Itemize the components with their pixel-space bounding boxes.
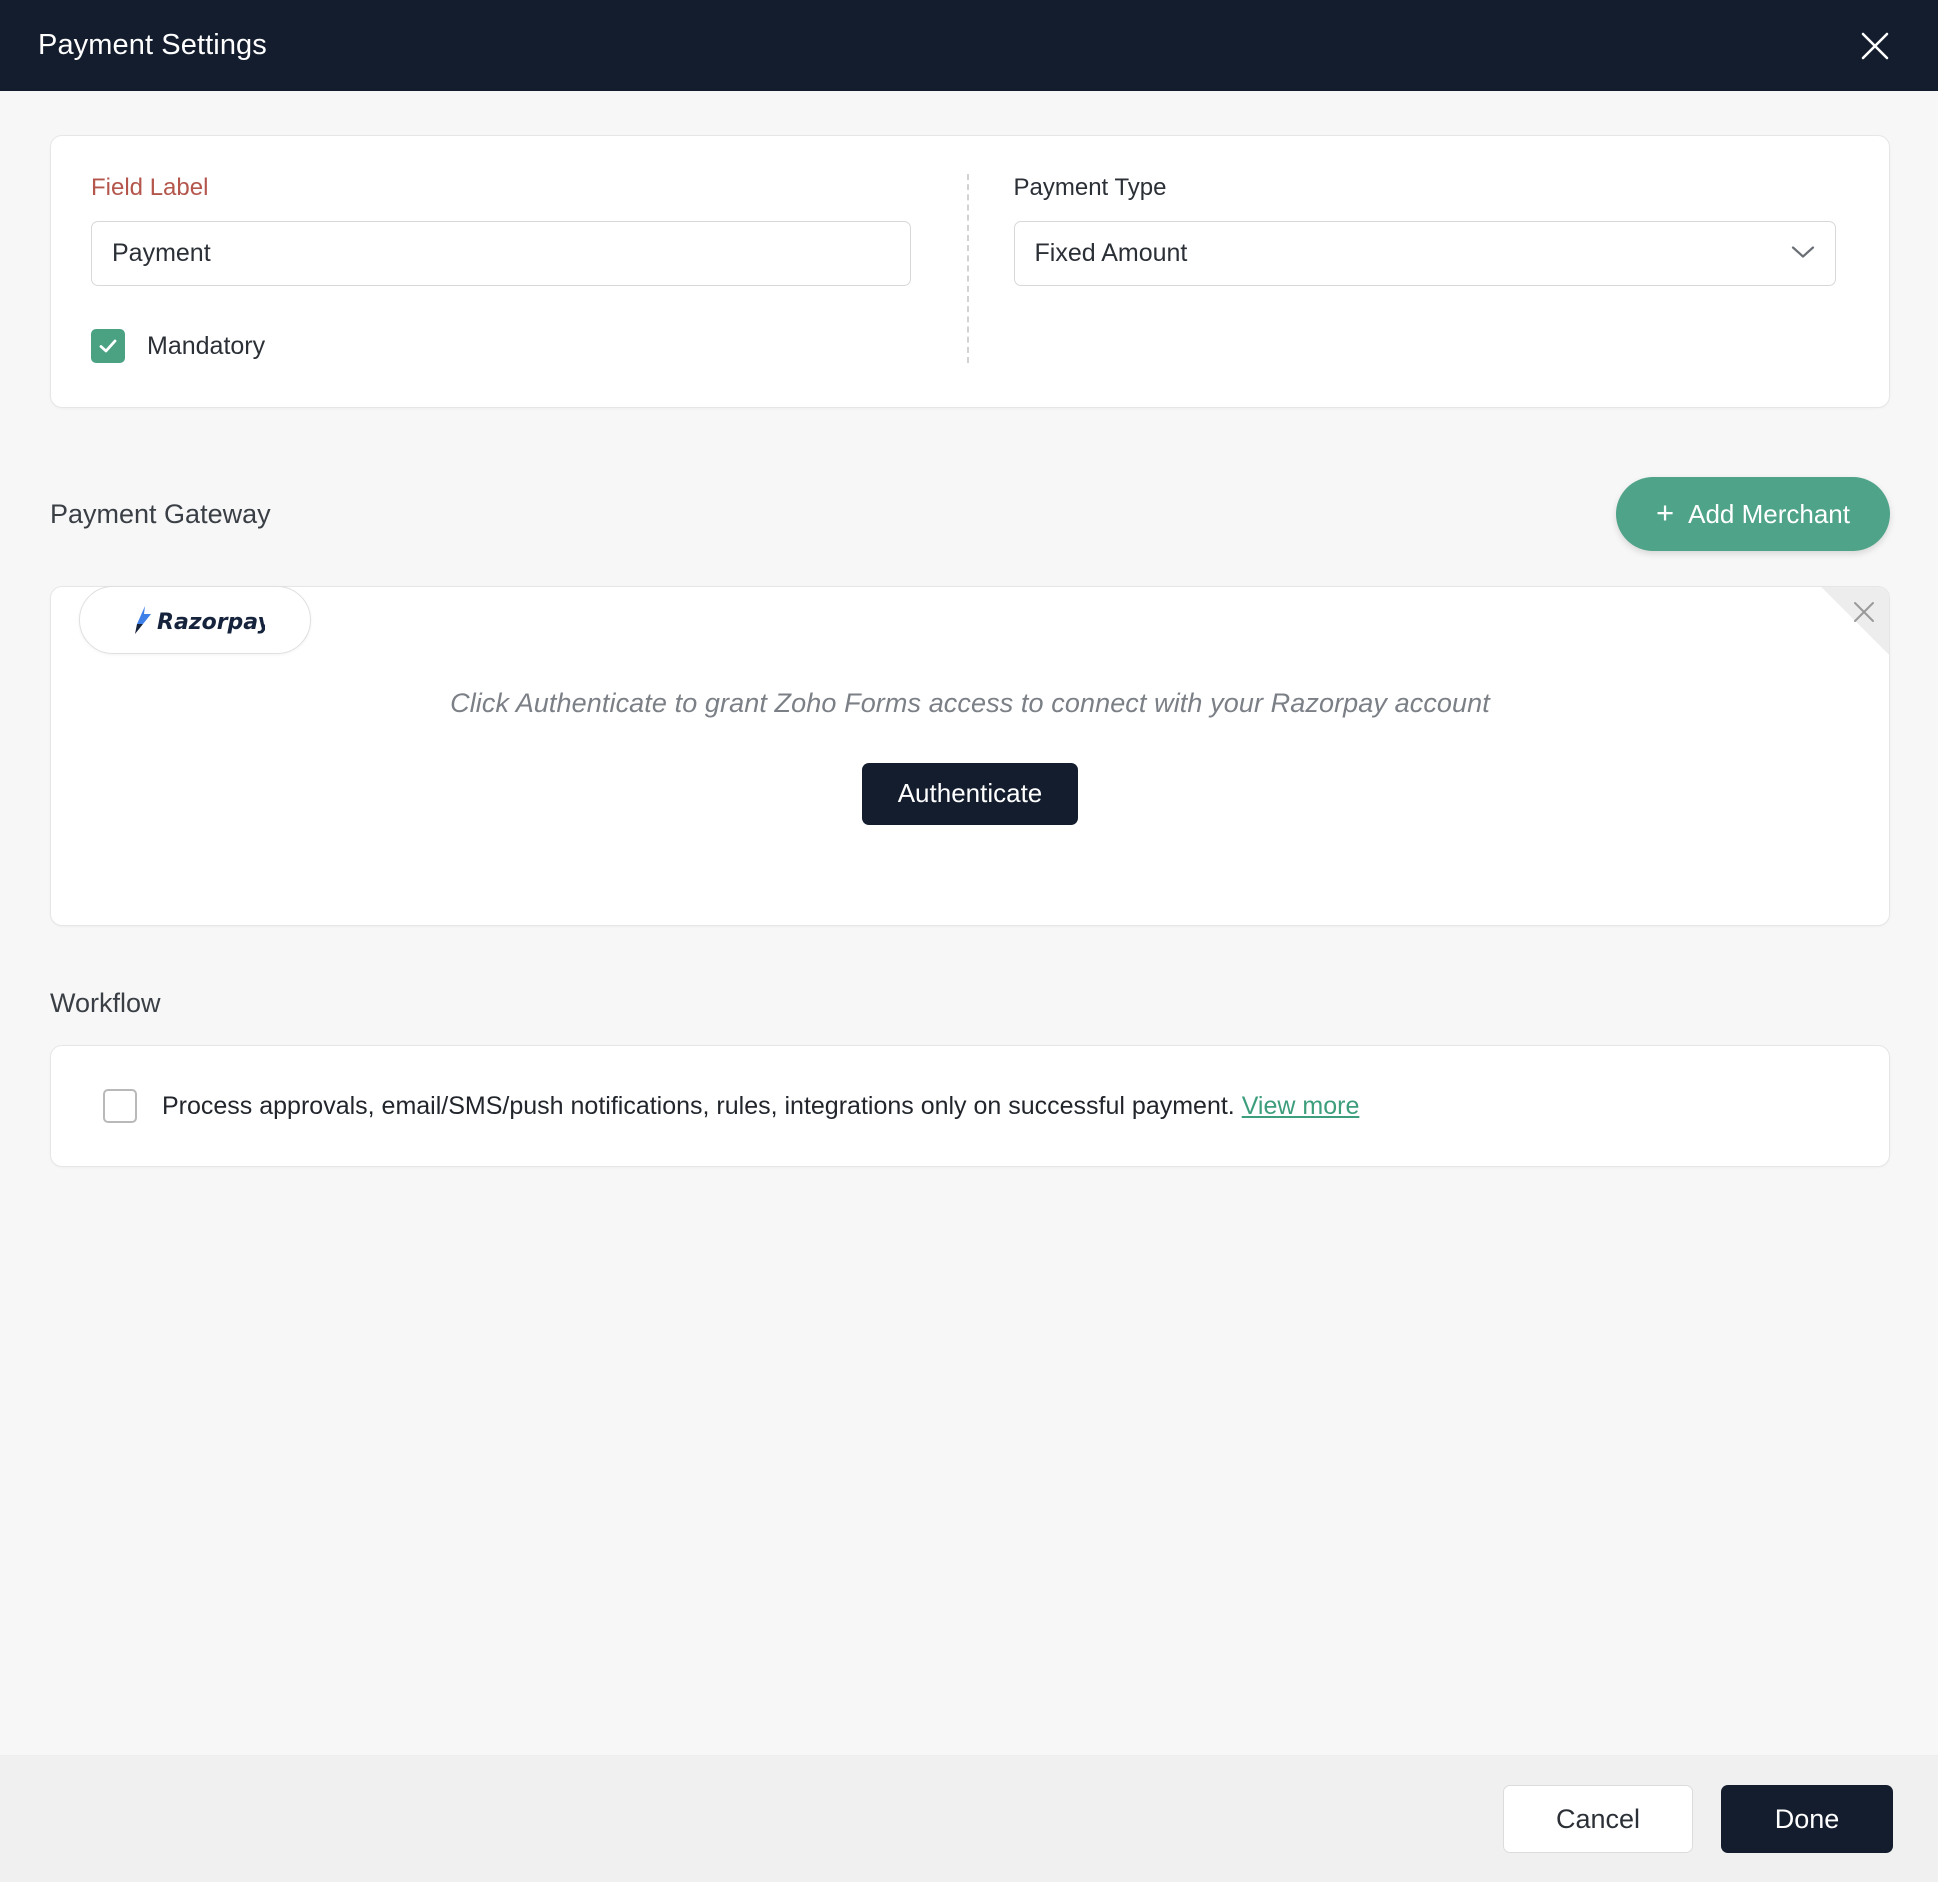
field-settings-card: Field Label Mandatory Payment Type Fixed…: [50, 135, 1890, 408]
field-label-caption: Field Label: [91, 174, 927, 202]
workflow-description-text: Process approvals, email/SMS/push notifi…: [162, 1092, 1235, 1120]
workflow-description: Process approvals, email/SMS/push notifi…: [162, 1091, 1359, 1121]
add-merchant-button[interactable]: + Add Merchant: [1616, 477, 1890, 551]
authenticate-message: Click Authenticate to grant Zoho Forms a…: [450, 688, 1490, 719]
workflow-card: Process approvals, email/SMS/push notifi…: [50, 1045, 1890, 1167]
payment-type-select-wrap: Fixed Amount: [1014, 221, 1836, 286]
payment-type-value: Fixed Amount: [1035, 239, 1188, 268]
workflow-checkbox[interactable]: [103, 1089, 137, 1123]
modal-footer: Cancel Done: [0, 1755, 1938, 1882]
mandatory-checkbox-row[interactable]: Mandatory: [91, 329, 265, 363]
payment-gateway-title: Payment Gateway: [50, 499, 271, 530]
workflow-title: Workflow: [50, 988, 1890, 1019]
gateway-auth-panel: Click Authenticate to grant Zoho Forms a…: [50, 586, 1890, 926]
page-title: Payment Settings: [38, 29, 267, 62]
mandatory-checkbox[interactable]: [91, 329, 125, 363]
mandatory-label: Mandatory: [147, 332, 265, 361]
close-icon[interactable]: [1848, 19, 1902, 73]
panel-close-icon[interactable]: [1821, 587, 1889, 655]
modal-header: Payment Settings: [0, 0, 1938, 91]
payment-type-column: Payment Type Fixed Amount: [967, 174, 1850, 363]
payment-type-select[interactable]: Fixed Amount: [1014, 221, 1836, 286]
payment-gateway-section-header: Payment Gateway + Add Merchant: [50, 476, 1890, 552]
field-label-column: Field Label Mandatory: [91, 174, 967, 363]
gateway-panel-wrap: Razorpay Click Authenticate to grant Zoh…: [50, 586, 1890, 926]
done-button[interactable]: Done: [1721, 1785, 1893, 1853]
plus-icon: +: [1656, 497, 1674, 528]
modal-body: Field Label Mandatory Payment Type Fixed…: [0, 91, 1938, 1755]
svg-text:Razorpay: Razorpay: [157, 610, 265, 635]
payment-type-caption: Payment Type: [1014, 174, 1850, 202]
cancel-button[interactable]: Cancel: [1503, 1785, 1693, 1853]
field-label-input[interactable]: [91, 221, 911, 286]
razorpay-logo-icon: Razorpay: [125, 604, 265, 636]
view-more-link[interactable]: View more: [1242, 1092, 1360, 1120]
authenticate-button[interactable]: Authenticate: [862, 763, 1079, 825]
gateway-tab-razorpay[interactable]: Razorpay: [79, 586, 311, 654]
payment-settings-modal: Payment Settings Field Label Ma: [0, 0, 1938, 1882]
add-merchant-label: Add Merchant: [1688, 499, 1850, 530]
